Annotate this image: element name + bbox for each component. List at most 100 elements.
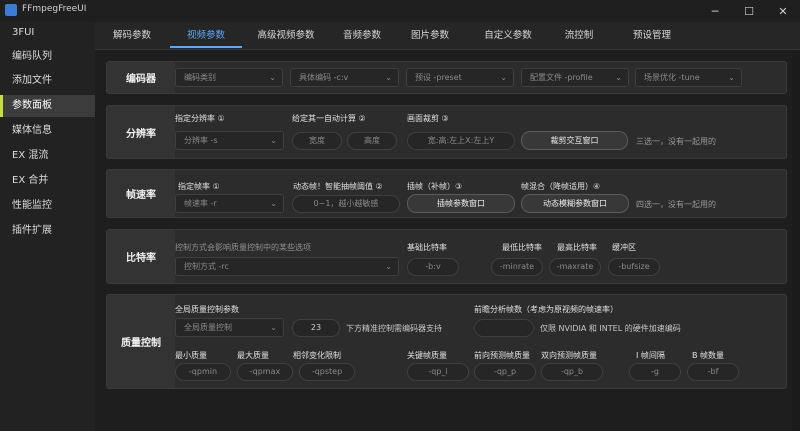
base-bitrate-label: 基础比特率 bbox=[407, 243, 447, 252]
chevron-down-icon: ⌄ bbox=[270, 136, 277, 145]
resolution-hint: 三选一，没有一起用的 bbox=[636, 137, 716, 146]
bitrate-section-title: 比特率 bbox=[107, 230, 175, 283]
chevron-down-icon: ⌄ bbox=[270, 199, 277, 208]
title-bar: FFmpegFreeUI ─ ☐ ✕ bbox=[0, 0, 800, 23]
close-button[interactable]: ✕ bbox=[766, 0, 800, 22]
resolution-value: 分辨率 -s bbox=[184, 136, 218, 145]
window-title: FFmpegFreeUI bbox=[22, 4, 87, 14]
framerate-select[interactable]: 帧速率 -r ⌄ bbox=[175, 194, 284, 213]
qp-b-input[interactable]: -qp_b bbox=[541, 363, 603, 381]
resolution-panel: 分辨率 指定分辨率 ① 给定其一自动计算 ② 画面裁剪 ③ 分辨率 -s ⌄ 宽度… bbox=[106, 105, 787, 159]
framerate-hint: 四选一，没有一起用的 bbox=[636, 200, 716, 209]
rate-control-value: 控制方式 -rc bbox=[184, 262, 229, 271]
lookahead-input[interactable] bbox=[474, 319, 534, 337]
framerate-panel: 帧速率 指定帧率 ① 动态帧！智能抽帧阈值 ② 插帧（补帧）③ 帧混合（降帧适用… bbox=[106, 169, 787, 218]
max-bitrate-input[interactable]: -maxrate bbox=[549, 258, 601, 276]
qp-i-label: 关键帧质量 bbox=[407, 351, 447, 360]
sidebar-item-add-files[interactable]: 添加文件 bbox=[0, 70, 95, 92]
tab-bar: 解码参数 视频参数 高级视频参数 音频参数 图片参数 自定义参数 流控制 预设管… bbox=[95, 22, 800, 50]
encoder-section-title: 编码器 bbox=[107, 62, 175, 93]
tune-select[interactable]: 场景优化 -tune ⌄ bbox=[635, 68, 742, 87]
tab-audio-params[interactable]: 音频参数 bbox=[330, 22, 394, 49]
codec-category-value: 编码类别 bbox=[184, 73, 216, 82]
encoder-panel: 编码器 编码类别 ⌄ 具体编码 -c:v ⌄ 预设 -preset ⌄ 配置文件 -p… bbox=[106, 61, 787, 94]
chevron-down-icon: ⌄ bbox=[500, 73, 507, 82]
qp-p-label: 前向预测帧质量 bbox=[474, 351, 530, 360]
sidebar-item-param-panel[interactable]: 参数面板 bbox=[0, 95, 95, 117]
maximize-button[interactable]: ☐ bbox=[732, 0, 766, 22]
tab-decode-params[interactable]: 解码参数 bbox=[101, 22, 163, 49]
codec-value: 具体编码 -c:v bbox=[299, 73, 349, 82]
framerate-set-label: 指定帧率 ① bbox=[178, 182, 220, 191]
chevron-down-icon: ⌄ bbox=[269, 73, 276, 82]
sidebar-item-encode-queue[interactable]: 编码队列 bbox=[0, 46, 95, 68]
tab-image-params[interactable]: 图片参数 bbox=[400, 22, 460, 49]
min-bitrate-input[interactable]: -minrate bbox=[491, 258, 543, 276]
minimize-button[interactable]: ─ bbox=[698, 0, 732, 22]
app-logo-icon bbox=[5, 4, 17, 16]
codec-select[interactable]: 具体编码 -c:v ⌄ bbox=[290, 68, 399, 87]
motion-blur-window-button[interactable]: 动态模糊参数窗口 bbox=[521, 194, 629, 213]
global-quality-hint: 下方精准控制需编码器支持 bbox=[346, 324, 442, 333]
preset-value: 预设 -preset bbox=[415, 73, 462, 82]
sidebar-item-3fui[interactable]: 3FUI bbox=[0, 22, 95, 44]
chevron-down-icon: ⌄ bbox=[270, 323, 277, 332]
gop-input[interactable]: -g bbox=[629, 363, 681, 381]
buffer-size-input[interactable]: -bufsize bbox=[608, 258, 660, 276]
tab-stream-control[interactable]: 流控制 bbox=[553, 22, 605, 49]
interpolation-window-button[interactable]: 插帧参数窗口 bbox=[407, 194, 515, 213]
global-quality-label: 全局质量控制参数 bbox=[175, 305, 239, 314]
global-quality-select[interactable]: 全局质量控制 ⌄ bbox=[175, 318, 284, 337]
profile-select[interactable]: 配置文件 -profile ⌄ bbox=[521, 68, 629, 87]
framerate-section-title: 帧速率 bbox=[107, 170, 175, 217]
height-input[interactable]: 高度 bbox=[347, 132, 397, 150]
max-bitrate-label: 最高比特率 bbox=[557, 243, 597, 252]
tab-advanced-video-params[interactable]: 高级视频参数 bbox=[248, 22, 324, 49]
qpmax-input[interactable]: -qpmax bbox=[237, 363, 293, 381]
sidebar-item-perf-monitor[interactable]: 性能监控 bbox=[0, 195, 95, 217]
framerate-value: 帧速率 -r bbox=[184, 199, 217, 208]
gop-label: I 帧间隔 bbox=[636, 351, 665, 360]
profile-value: 配置文件 -profile bbox=[530, 73, 593, 82]
codec-category-select[interactable]: 编码类别 ⌄ bbox=[175, 68, 283, 87]
sidebar-item-ex-mux[interactable]: EX 混流 bbox=[0, 145, 95, 167]
bframes-label: B 帧数量 bbox=[692, 351, 725, 360]
sidebar-item-media-info[interactable]: 媒体信息 bbox=[0, 120, 95, 142]
qpmin-input[interactable]: -qpmin bbox=[175, 363, 231, 381]
tab-preset-management[interactable]: 预设管理 bbox=[622, 22, 682, 49]
qp-i-input[interactable]: -qp_i bbox=[407, 363, 469, 381]
crop-window-button[interactable]: 裁剪交互窗口 bbox=[521, 131, 628, 150]
tab-video-params[interactable]: 视频参数 bbox=[170, 22, 242, 49]
qpstep-input[interactable]: -qpstep bbox=[299, 363, 355, 381]
bitrate-panel: 比特率 控制方式会影响质量控制中的某些选项 基础比特率 最低比特率 最高比特率 … bbox=[106, 229, 787, 284]
qp-p-input[interactable]: -qp_p bbox=[474, 363, 536, 381]
qp-b-label: 双向预测帧质量 bbox=[541, 351, 597, 360]
sidebar-item-ex-merge[interactable]: EX 合并 bbox=[0, 170, 95, 192]
crop-label: 画面裁剪 ③ bbox=[407, 114, 449, 123]
tab-custom-params[interactable]: 自定义参数 bbox=[473, 22, 543, 49]
chevron-down-icon: ⌄ bbox=[385, 73, 392, 82]
frame-blend-label: 帧混合（降帧适用）④ bbox=[521, 182, 601, 191]
frame-threshold-input[interactable]: 0~1，越小越敏感 bbox=[292, 195, 400, 213]
rate-control-label: 控制方式会影响质量控制中的某些选项 bbox=[175, 243, 311, 252]
dynamic-frame-label: 动态帧！智能抽帧阈值 ② bbox=[293, 182, 383, 191]
rate-control-select[interactable]: 控制方式 -rc ⌄ bbox=[175, 257, 399, 276]
resolution-auto-label: 给定其一自动计算 ② bbox=[292, 114, 366, 123]
resolution-select[interactable]: 分辨率 -s ⌄ bbox=[175, 131, 284, 150]
bframes-input[interactable]: -bf bbox=[687, 363, 739, 381]
sidebar-item-plugins[interactable]: 插件扩展 bbox=[0, 220, 95, 242]
preset-select[interactable]: 预设 -preset ⌄ bbox=[406, 68, 514, 87]
qpmin-label: 最小质量 bbox=[175, 351, 207, 360]
scrollbar[interactable] bbox=[792, 50, 800, 431]
sidebar: 3FUI 编码队列 添加文件 参数面板 媒体信息 EX 混流 EX 合并 性能监… bbox=[0, 22, 95, 431]
quality-section-title: 质量控制 bbox=[107, 295, 175, 388]
lookahead-label: 前瞻分析帧数（考虑为原视频的帧速率） bbox=[474, 305, 618, 314]
quality-panel: 质量控制 全局质量控制参数 前瞻分析帧数（考虑为原视频的帧速率） 全局质量控制 ⌄… bbox=[106, 294, 787, 389]
crop-input[interactable]: 宽:高:左上X:左上Y bbox=[407, 132, 515, 150]
buffer-label: 缓冲区 bbox=[612, 243, 636, 252]
width-input[interactable]: 宽度 bbox=[292, 132, 342, 150]
global-quality-value: 全局质量控制 bbox=[184, 323, 232, 332]
base-bitrate-input[interactable]: -b:v bbox=[407, 258, 459, 276]
chevron-down-icon: ⌄ bbox=[728, 73, 735, 82]
global-quality-input[interactable]: 23 bbox=[292, 319, 340, 337]
